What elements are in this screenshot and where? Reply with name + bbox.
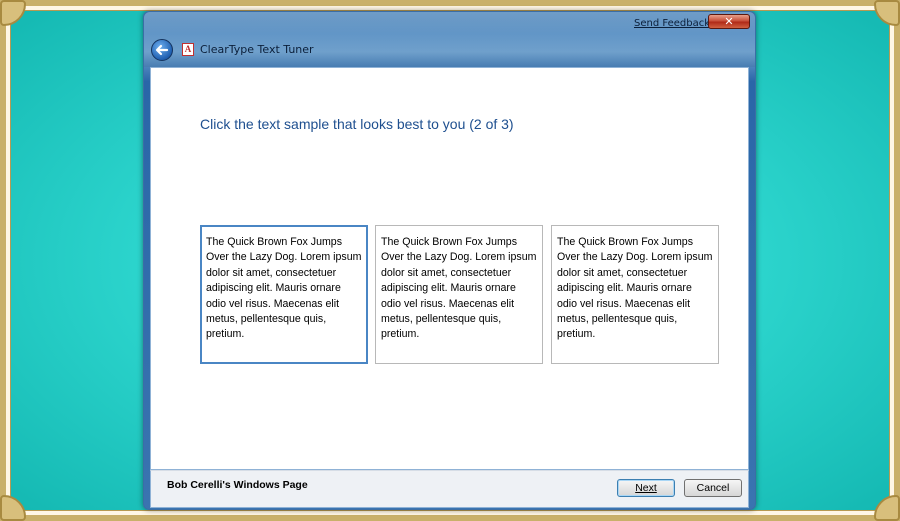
cleartype-window: A ClearType Text Tuner Send Feedback ✕ C… [143,11,756,510]
cancel-button[interactable]: Cancel [684,479,742,497]
footer-bar: Bob Cerelli's Windows Page Next Cancel [150,470,749,508]
next-button[interactable]: Next [617,479,675,497]
close-button[interactable]: ✕ [708,14,750,29]
text-sample-text: The Quick Brown Fox Jumps Over the Lazy … [381,236,537,341]
cancel-button-label: Cancel [696,482,730,494]
page-heading: Click the text sample that looks best to… [200,116,514,132]
text-sample-text: The Quick Brown Fox Jumps Over the Lazy … [557,236,713,341]
next-button-label: Next [635,482,657,494]
text-sample-text: The Quick Brown Fox Jumps Over the Lazy … [206,236,362,341]
footer-watermark-label: Bob Cerelli's Windows Page [167,479,308,491]
back-button[interactable] [151,39,173,61]
title-bar: A ClearType Text Tuner Send Feedback ✕ [144,12,755,67]
back-arrow-icon [155,44,169,56]
text-sample-1[interactable]: The Quick Brown Fox Jumps Over the Lazy … [200,225,368,364]
cleartype-icon: A [182,43,194,56]
main-content: Click the text sample that looks best to… [150,67,749,470]
window-title: ClearType Text Tuner [200,43,314,56]
text-sample-2[interactable]: The Quick Brown Fox Jumps Over the Lazy … [375,225,543,364]
close-icon: ✕ [724,15,734,28]
text-sample-3[interactable]: The Quick Brown Fox Jumps Over the Lazy … [551,225,719,364]
send-feedback-link[interactable]: Send Feedback [634,18,710,29]
